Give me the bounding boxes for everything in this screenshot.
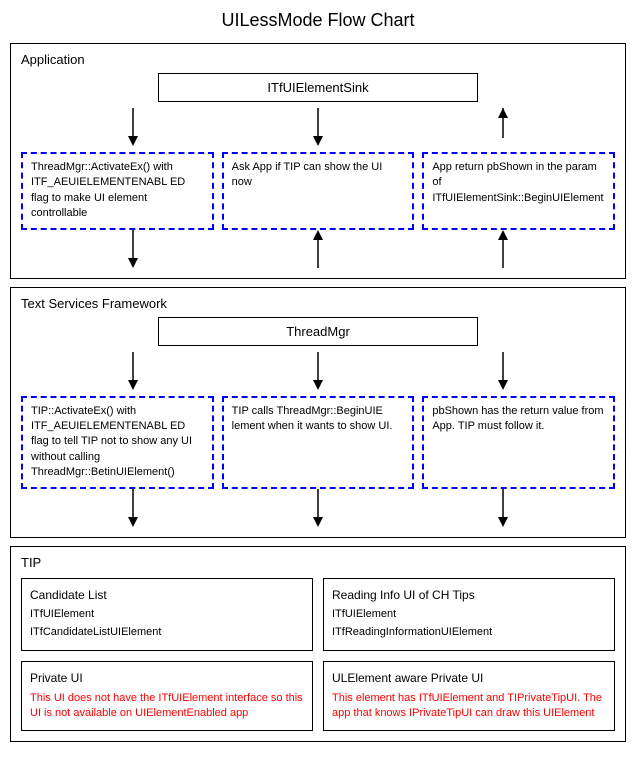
tsf-center-element: ThreadMgr	[158, 317, 478, 346]
tip-ulelement-box: ULElement aware Private UI This element …	[323, 661, 615, 731]
tsf-arrows-bottom	[28, 489, 608, 527]
tsf-right-dashed-box: pbShown has the return value from App. T…	[422, 396, 615, 489]
tsf-dashed-row: TIP::ActivateEx() with ITF_AEUIELEMENTEN…	[21, 396, 615, 489]
tip-label: TIP	[21, 555, 615, 570]
app-arrows-bottom	[28, 230, 608, 268]
tip-reading-info-box: Reading Info UI of CH Tips ITfUIElement …	[323, 578, 615, 652]
application-dashed-row: ThreadMgr::ActivateEx() with ITF_AEUIELE…	[21, 152, 615, 230]
tsf-left-dashed-box: TIP::ActivateEx() with ITF_AEUIELEMENTEN…	[21, 396, 214, 489]
application-label: Application	[21, 52, 615, 67]
tip-ulelement-title: ULElement aware Private UI	[332, 670, 606, 687]
tsf-middle-dashed-box: TIP calls ThreadMgr::BeginUIE lement whe…	[222, 396, 415, 489]
tip-candidate-list-box: Candidate List ITfUIElement ITfCandidate…	[21, 578, 313, 652]
tip-grid: Candidate List ITfUIElement ITfCandidate…	[21, 578, 615, 731]
tip-ulelement-text: This element has ITfUIElement and TIPriv…	[332, 691, 606, 722]
tsf-box: Text Services Framework ThreadMgr TIP::A…	[10, 287, 626, 538]
tip-private-ui-title: Private UI	[30, 670, 304, 687]
tip-private-ui-text: This UI does not have the ITfUIElement i…	[30, 691, 304, 722]
app-left-dashed-box: ThreadMgr::ActivateEx() with ITF_AEUIELE…	[21, 152, 214, 230]
tip-box: TIP Candidate List ITfUIElement ITfCandi…	[10, 546, 626, 742]
tip-candidate-list-title: Candidate List	[30, 587, 304, 604]
tip-candidate-list-sub1: ITfUIElement	[30, 607, 304, 622]
application-box: Application ITfUIElementSink ThreadMgr::…	[10, 43, 626, 279]
page-title: UILessMode Flow Chart	[10, 10, 626, 31]
app-right-dashed-box: App return pbShown in the param of ITfUI…	[422, 152, 615, 230]
tip-reading-info-title: Reading Info UI of CH Tips	[332, 587, 606, 604]
app-middle-dashed-box: Ask App if TIP can show the UI now	[222, 152, 415, 230]
tsf-arrows-down	[28, 352, 608, 390]
tip-private-ui-box: Private UI This UI does not have the ITf…	[21, 661, 313, 731]
tip-reading-info-sub1: ITfUIElement	[332, 607, 606, 622]
tip-candidate-list-sub2: ITfCandidateListUIElement	[30, 625, 304, 640]
app-arrows-down	[28, 108, 608, 146]
tip-reading-info-sub2: ITfReadingInformationUIElement	[332, 625, 606, 640]
application-center-element: ITfUIElementSink	[158, 73, 478, 102]
tsf-label: Text Services Framework	[21, 296, 615, 311]
